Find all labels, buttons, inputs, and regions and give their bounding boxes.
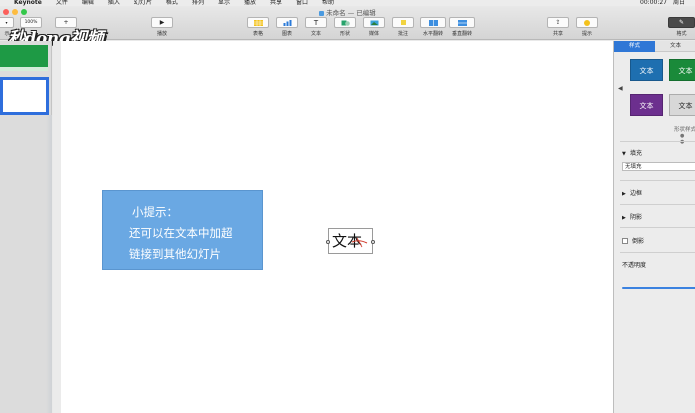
flip-vertical-button[interactable]: 垂直翻转 <box>449 17 475 37</box>
opacity-label: 不透明度 <box>622 262 647 269</box>
style-preset-purple[interactable]: 文本 <box>630 94 663 116</box>
tab-style[interactable]: 样式 <box>614 41 655 52</box>
reflection-section[interactable]: 倒影 <box>622 236 644 245</box>
table-button[interactable]: 表格 <box>247 17 269 37</box>
tab-text[interactable]: 文本 <box>655 41 695 52</box>
selected-text-box[interactable]: 文本 <box>326 228 375 254</box>
format-button[interactable]: ✎ 格式 <box>668 17 695 37</box>
shape-label: 形状 <box>339 31 350 37</box>
comment-icon <box>400 19 406 25</box>
chart-button[interactable]: 图表 <box>276 17 298 37</box>
paintbrush-icon: ✎ <box>678 19 685 26</box>
resize-handle-right[interactable] <box>371 240 375 244</box>
border-section[interactable]: ▶ 边框 <box>622 188 642 197</box>
reflection-checkbox[interactable] <box>622 238 628 244</box>
share-button[interactable]: ⇪ 共享 <box>547 17 569 37</box>
text-button[interactable]: T 文本 <box>305 17 327 37</box>
navigator-shadow <box>46 115 52 413</box>
cursor-mark-icon <box>351 237 368 248</box>
style-preset-gray[interactable]: 文本 <box>669 94 695 116</box>
slide-thumbnail-2-selected[interactable] <box>0 77 49 115</box>
fill-label: 填充 <box>630 150 643 157</box>
play-label: 播放 <box>156 31 167 37</box>
disclosure-closed-icon: ▶ <box>622 215 626 221</box>
flip-horizontal-label: 水平翻转 <box>422 31 443 37</box>
slide-navigator <box>0 41 52 413</box>
tip-line-3: 链接到其他幻灯片 <box>129 247 221 261</box>
chart-icon <box>283 19 291 26</box>
border-label: 边框 <box>630 190 643 197</box>
shape-button[interactable]: 形状 <box>334 17 356 37</box>
media-label: 媒体 <box>368 31 379 37</box>
divider <box>620 180 695 181</box>
play-icon: ▶ <box>159 19 165 26</box>
media-icon <box>370 20 378 25</box>
slide[interactable]: 小提示： 还可以在文本中加超 链接到其他幻灯片 文本 <box>61 41 613 413</box>
shape-icon <box>341 20 350 26</box>
tips-label: 提示 <box>581 31 592 37</box>
fill-select[interactable]: 无填充 <box>622 162 695 171</box>
divider <box>620 204 695 205</box>
styles-prev-arrow-icon[interactable]: ◀ <box>618 85 623 92</box>
divider <box>620 227 695 228</box>
flip-horizontal-button[interactable]: 水平翻转 <box>420 17 446 37</box>
play-button[interactable]: ▶ 播放 <box>151 17 173 37</box>
tip-box[interactable]: 小提示： 还可以在文本中加超 链接到其他幻灯片 <box>102 190 263 270</box>
opacity-slider[interactable] <box>622 287 695 289</box>
comment-label: 批注 <box>397 31 408 37</box>
slide-canvas: 小提示： 还可以在文本中加超 链接到其他幻灯片 文本 <box>53 41 613 413</box>
chart-label: 图表 <box>281 31 292 37</box>
table-label: 表格 <box>252 31 263 37</box>
format-inspector: 样式 文本 ◀ 文本 文本 文本 文本 形状样式 ● ● ▼ 填充 无填充 ▶ 边框… <box>613 41 695 413</box>
text-label: 文本 <box>310 31 321 37</box>
tip-line-1: 小提示： <box>132 205 178 219</box>
document-title: 未命名 — 已编辑 <box>0 7 695 17</box>
style-preset-blue[interactable]: 文本 <box>630 59 663 81</box>
tips-button[interactable]: 提示 <box>576 17 598 37</box>
resize-handle-left[interactable] <box>326 240 330 244</box>
flip-vertical-icon <box>457 19 467 26</box>
tip-line-2: 还可以在文本中加超 <box>129 226 233 240</box>
reflection-label: 倒影 <box>632 238 645 245</box>
shadow-section[interactable]: ▶ 阴影 <box>622 212 642 221</box>
shadow-label: 阴影 <box>630 214 643 221</box>
table-icon <box>253 19 263 26</box>
lightbulb-icon <box>584 19 590 26</box>
flip-vertical-label: 垂直翻转 <box>451 31 472 37</box>
style-caption: 形状样式 <box>674 127 695 133</box>
opacity-section: 不透明度 <box>622 260 646 269</box>
divider <box>620 252 695 253</box>
format-label: 格式 <box>676 31 687 37</box>
media-button[interactable]: 媒体 <box>363 17 385 37</box>
thumbnail-footer <box>0 67 48 71</box>
style-preset-green[interactable]: 文本 <box>669 59 695 81</box>
fill-section[interactable]: ▼ 填充 <box>622 148 642 157</box>
inspector-tabs: 样式 文本 <box>614 41 695 52</box>
share-icon: ⇪ <box>555 19 561 26</box>
flip-horizontal-icon <box>428 19 438 26</box>
disclosure-closed-icon: ▶ <box>622 191 626 197</box>
divider <box>620 141 695 142</box>
share-label: 共享 <box>552 31 563 37</box>
keynote-doc-icon <box>319 10 325 16</box>
page-dots[interactable]: ● ● <box>680 133 695 145</box>
disclosure-open-icon: ▼ <box>622 151 626 157</box>
toolbar: 未命名 — 已编辑 ▾ 示 100% + ▶ 播放 表格 图表 T 文本 形状 … <box>0 6 695 40</box>
document-title-text: 未命名 — 已编辑 <box>326 9 376 17</box>
comment-button[interactable]: 批注 <box>392 17 414 37</box>
slide-thumbnail-1[interactable] <box>0 45 48 71</box>
text-icon: T <box>313 18 319 27</box>
